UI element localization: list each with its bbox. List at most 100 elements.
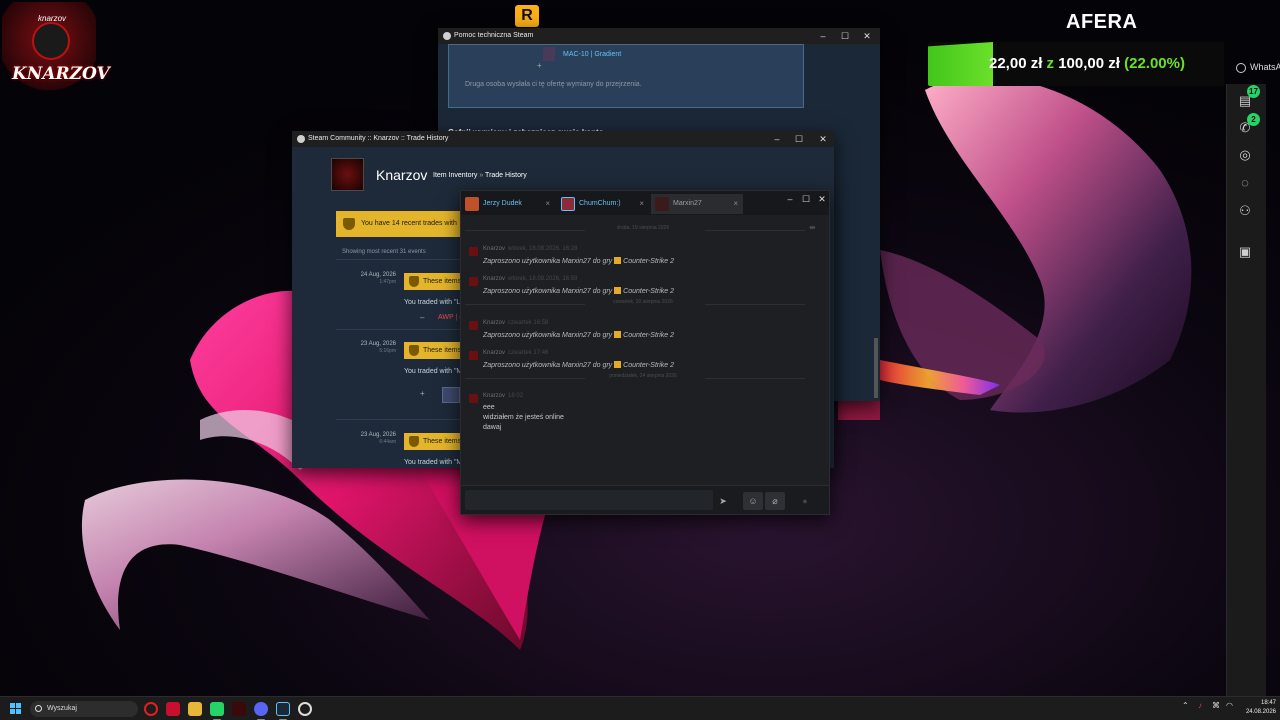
plus-icon: +	[537, 61, 542, 70]
chat-tab-jerzy[interactable]: Jerzy Dudek ×	[461, 194, 555, 214]
game-name[interactable]: Counter-Strike 2	[623, 258, 674, 265]
trade-item-thumbnail[interactable]	[442, 387, 460, 403]
obs-icon[interactable]	[298, 702, 312, 716]
discord-icon[interactable]	[254, 702, 268, 716]
breadcrumb: Item Inventory » Trade History	[433, 172, 527, 179]
message-time: wtorek, 18.08.2026, 16:28	[508, 246, 578, 252]
tray-expand-icon[interactable]: ⌃	[1182, 701, 1189, 710]
recent-events-label: Showing most recent 31 events	[342, 249, 426, 255]
maximize-button[interactable]: ☐	[788, 131, 810, 147]
whatsapp-title: WhatsA	[1236, 62, 1280, 73]
message-time: wtorek, 18.08.2026, 16:59	[508, 276, 578, 282]
donation-goal-fill	[928, 42, 993, 86]
close-button[interactable]: ✕	[812, 131, 834, 147]
close-tab-icon[interactable]: ×	[545, 194, 550, 214]
game-name[interactable]: Counter-Strike 2	[623, 332, 674, 339]
profile-avatar[interactable]	[331, 158, 364, 191]
archive-icon[interactable]: ▣	[1234, 241, 1256, 263]
game-name[interactable]: Counter-Strike 2	[623, 288, 674, 295]
support-scrollbar[interactable]	[874, 338, 878, 398]
steam-chat-window: Jerzy Dudek × ChumChum:) × Marxin27 × – …	[460, 190, 830, 515]
trade-badge: These items	[404, 273, 464, 290]
whatsapp-taskbar-icon[interactable]	[210, 702, 224, 716]
minus-icon: –	[420, 313, 425, 322]
logo-text: KNARZOV	[12, 64, 110, 84]
trade-time: 1:47pm	[379, 279, 396, 285]
trade-date: 24 Aug, 2026	[360, 272, 396, 278]
message-line: eee	[483, 404, 495, 411]
game-icon	[614, 257, 622, 264]
chat-tabs: Jerzy Dudek × ChumChum:) × Marxin27 × – …	[461, 191, 829, 215]
donation-goal-text: 22,00 zł z 100,00 zł (22.00%)	[989, 55, 1185, 72]
windows-start-icon[interactable]	[10, 703, 22, 715]
maximize-button[interactable]: ☐	[834, 28, 856, 44]
day-separator: poniedziałek, 24 sierpnia 2026	[465, 373, 821, 383]
communities-icon[interactable]: ⚇	[1234, 200, 1256, 222]
steam-icon	[443, 32, 451, 40]
chat-message-input[interactable]	[465, 490, 713, 510]
separator-line	[705, 378, 805, 379]
chats-badge: 17	[1247, 85, 1260, 98]
voice-icon[interactable]: ●	[795, 492, 815, 510]
send-icon[interactable]: ➤	[713, 492, 733, 510]
support-window-title: Pomoc techniczna Steam	[454, 32, 534, 39]
avatar	[469, 247, 478, 256]
shield-icon	[409, 345, 419, 356]
chat-tab-label: Marxin27	[673, 200, 702, 207]
breadcrumb-history[interactable]: Trade History	[485, 172, 527, 179]
game-name[interactable]: Counter-Strike 2	[623, 362, 674, 369]
file-explorer-icon[interactable]	[188, 702, 202, 716]
channels-icon[interactable]: ◌	[1234, 172, 1256, 194]
breadcrumb-inventory[interactable]: Item Inventory	[433, 172, 477, 179]
rockstar-launcher-icon[interactable]: R	[515, 5, 539, 27]
author-name[interactable]: Knarzov	[483, 350, 505, 356]
status-icon[interactable]: ◎	[1234, 144, 1256, 166]
avatar	[469, 351, 478, 360]
profile-name[interactable]: Knarzov	[376, 167, 427, 183]
author-name[interactable]: Knarzov	[483, 320, 505, 326]
rockstar-taskbar-icon[interactable]	[166, 702, 180, 716]
trade-titlebar[interactable]: Steam Community :: Knarzov :: Trade Hist…	[292, 131, 834, 147]
chat-tab-label: ChumChum:)	[579, 200, 621, 207]
invite-message: Zaproszono użytkownika Marxin27 do gry Co…	[483, 287, 674, 295]
group-chat-icon[interactable]: ⇼	[809, 223, 816, 232]
trade-with: You traded with "M	[404, 368, 463, 375]
clock-time: 18:47	[1260, 700, 1276, 706]
close-button[interactable]: ✕	[856, 28, 878, 44]
taskbar-search[interactable]: Wyszukaj	[30, 701, 138, 717]
chat-history: środa, 19 sierpnia 2026 ⇼ Knarzov wtorek,…	[461, 215, 829, 485]
author-name[interactable]: Knarzov	[483, 246, 505, 252]
minimize-button[interactable]: –	[812, 28, 834, 44]
trade-date: 23 Aug, 2026	[360, 432, 396, 438]
item-link[interactable]: MAC-10 | Gradient	[563, 51, 621, 58]
trade-offer-box: + MAC-10 | Gradient Druga osoba wysłała …	[448, 44, 804, 108]
trade-date: 23 Aug, 2026	[360, 341, 396, 347]
avatar	[465, 197, 479, 211]
close-tab-icon[interactable]: ×	[639, 194, 644, 214]
chat-tab-marxin27[interactable]: Marxin27 ×	[651, 194, 743, 214]
close-button[interactable]: ✕	[811, 191, 829, 207]
shield-icon	[343, 218, 355, 230]
wifi-icon[interactable]: ◠	[1226, 701, 1233, 710]
notice-text: You have 14 recent trades with	[361, 220, 457, 227]
emoticon-icon[interactable]: ☺	[743, 492, 763, 510]
day-separator: czwartek, 20 sierpnia 2026	[465, 299, 821, 309]
chat-tab-chumchum[interactable]: ChumChum:) ×	[557, 194, 649, 214]
close-tab-icon[interactable]: ×	[733, 194, 738, 214]
language-icon[interactable]: ⌘	[1212, 701, 1220, 710]
opera-icon[interactable]	[144, 702, 158, 716]
avatar	[469, 277, 478, 286]
attach-icon[interactable]: ⌀	[765, 492, 785, 510]
avatar	[469, 394, 478, 403]
trade-item-link[interactable]: AWP | (	[438, 314, 462, 321]
message-author: Knarzov wtorek, 18.08.2026, 16:28	[483, 246, 577, 252]
author-name[interactable]: Knarzov	[483, 276, 505, 282]
steam-taskbar-icon[interactable]	[276, 702, 290, 716]
minimize-button[interactable]: –	[766, 131, 788, 147]
app-taskbar-icon[interactable]	[232, 702, 246, 716]
invite-text: Zaproszono użytkownika Marxin27 do gry	[483, 332, 613, 339]
microphone-icon[interactable]: ♪	[1198, 701, 1202, 710]
author-name[interactable]: Knarzov	[483, 393, 505, 399]
avatar	[561, 197, 575, 211]
taskbar-clock[interactable]: 18:47 24.08.2026	[1236, 699, 1276, 717]
